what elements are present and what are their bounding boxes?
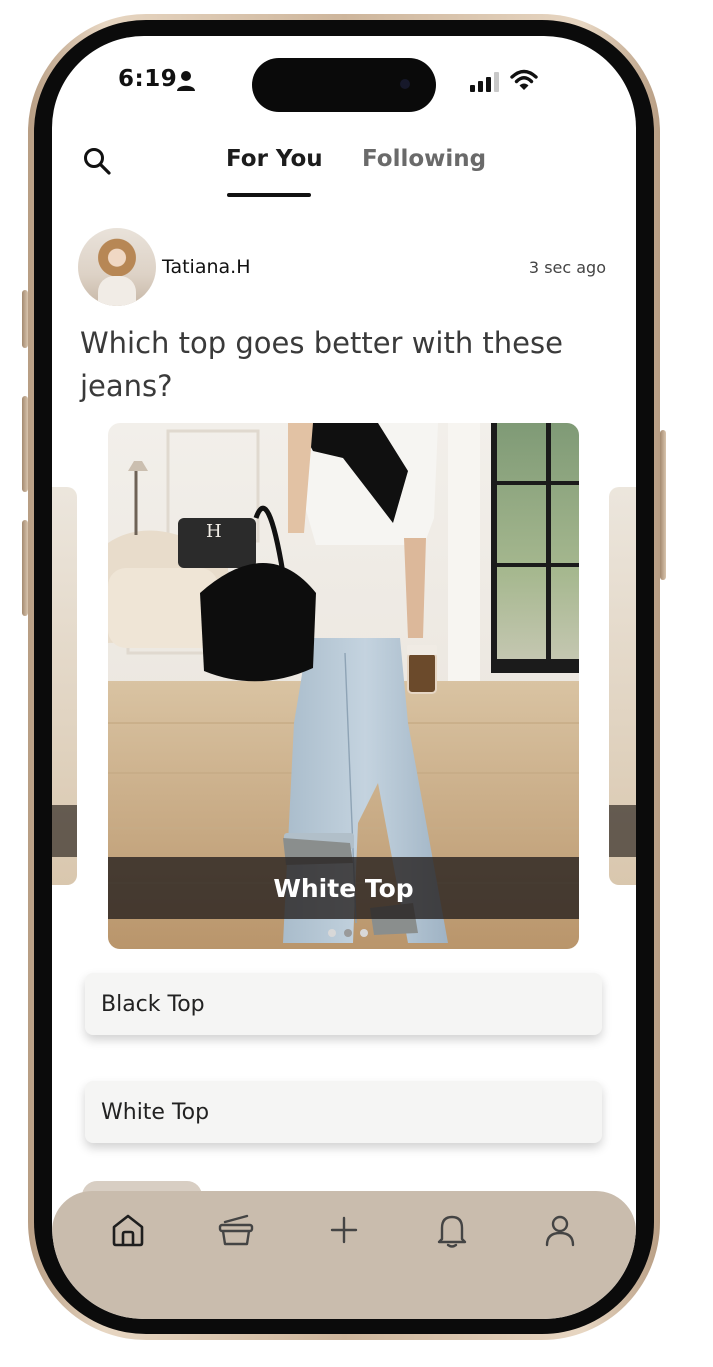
cellular-signal-icon: [470, 72, 499, 92]
vote-option-black-top[interactable]: Black Top: [85, 973, 602, 1035]
home-icon[interactable]: [108, 1210, 148, 1250]
username[interactable]: Tatiana.H: [162, 256, 251, 278]
profile-icon[interactable]: [540, 1210, 580, 1250]
action-button: [22, 290, 28, 348]
carousel-page-dots: [328, 929, 368, 937]
vote-option-white-top[interactable]: White Top: [85, 1081, 602, 1143]
basket-icon[interactable]: [216, 1210, 256, 1250]
vote-option-label: White Top: [101, 1099, 210, 1125]
option-caption-band: White Top: [108, 857, 579, 919]
person-status-icon: [177, 71, 195, 91]
power-button: [660, 430, 666, 580]
tab-for-you[interactable]: For You: [226, 146, 323, 172]
outfit-photo[interactable]: H White Top: [108, 423, 579, 949]
svg-text:H: H: [206, 521, 222, 542]
volume-down-button: [22, 520, 28, 616]
post-timestamp: 3 sec ago: [528, 258, 606, 277]
plus-icon[interactable]: [324, 1210, 364, 1250]
dynamic-island: [252, 58, 436, 112]
wifi-icon: [510, 69, 538, 90]
next-carousel-card[interactable]: [609, 487, 636, 885]
previous-carousel-card[interactable]: [52, 487, 77, 885]
active-tab-indicator: [227, 193, 311, 197]
avatar[interactable]: [78, 228, 156, 306]
post-question: Which top goes better with these jeans?: [80, 326, 563, 403]
carousel-dot[interactable]: [328, 929, 336, 937]
search-icon[interactable]: [82, 146, 112, 176]
carousel-dot[interactable]: [360, 929, 368, 937]
bell-icon[interactable]: [432, 1210, 472, 1250]
status-time: 6:19: [118, 66, 178, 92]
tab-following[interactable]: Following: [362, 146, 486, 172]
carousel-dot-active[interactable]: [344, 929, 352, 937]
option-caption: White Top: [273, 873, 414, 903]
volume-up-button: [22, 396, 28, 492]
app-screen: 6:19 For You Following Tatiana.H 3 sec a…: [52, 36, 636, 1319]
vote-option-label: Black Top: [101, 991, 205, 1017]
